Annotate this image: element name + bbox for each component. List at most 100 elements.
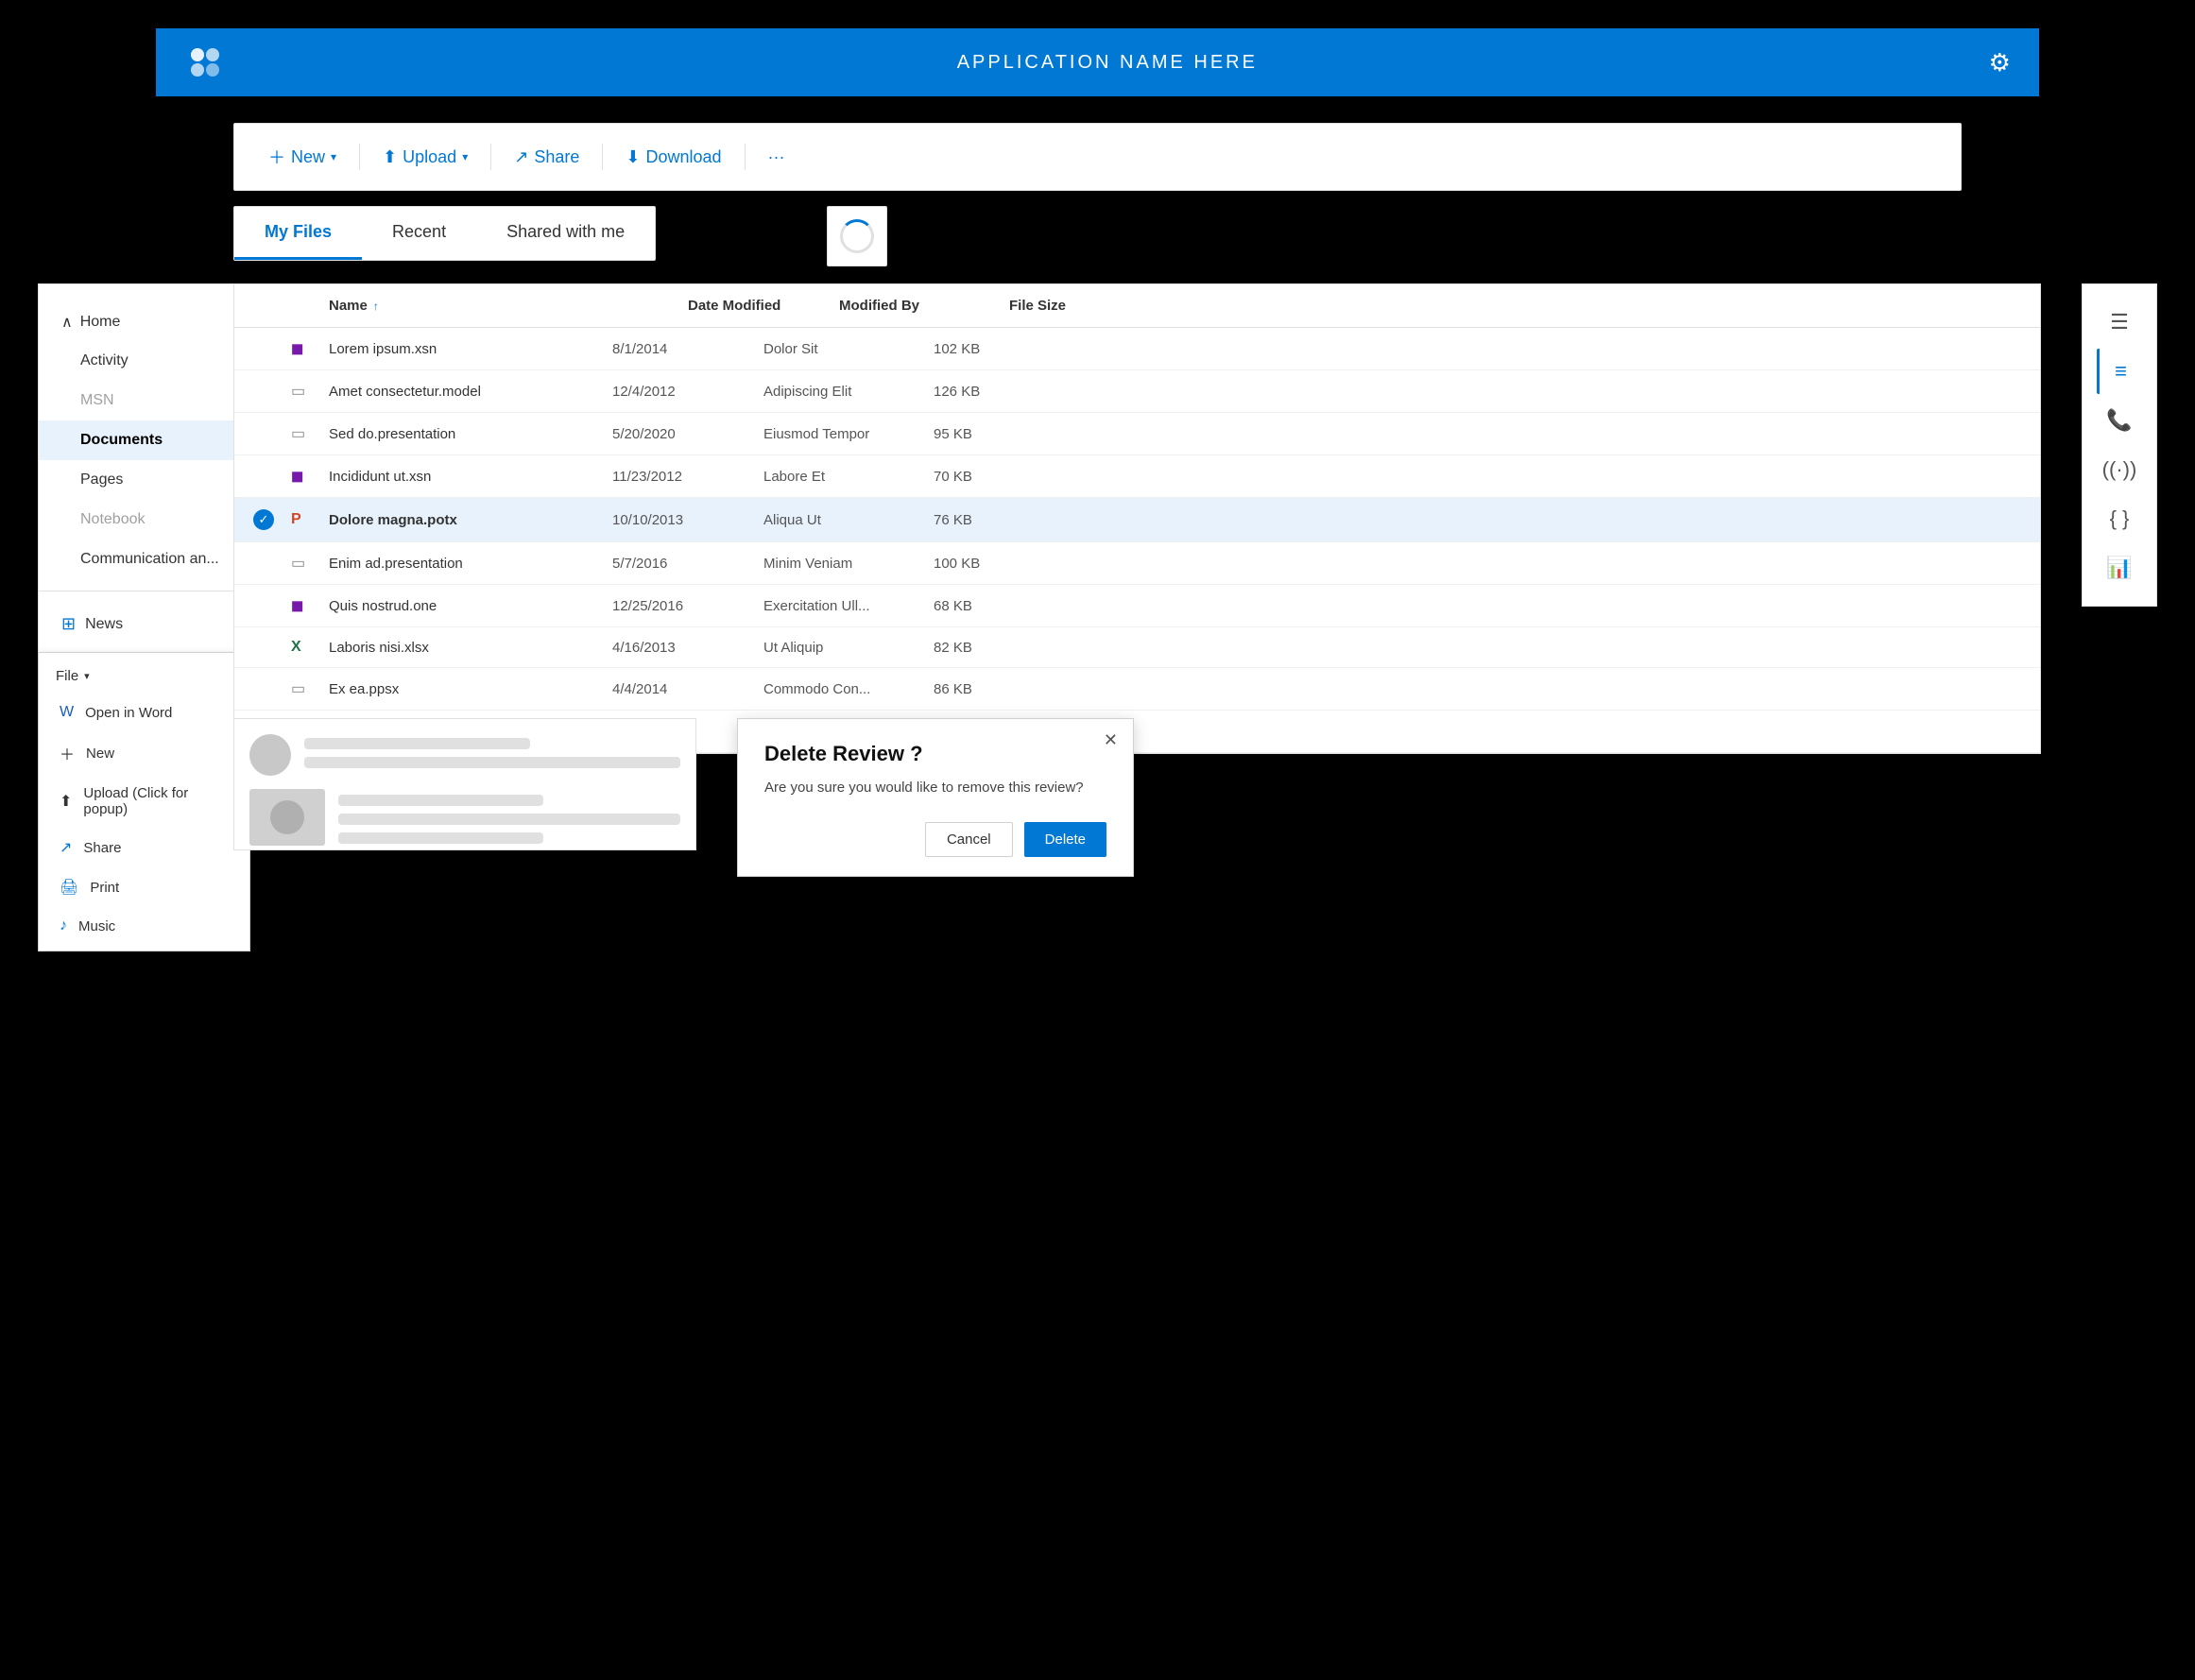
col-size-header[interactable]: File Size [1009, 298, 1104, 314]
file-modified-by: Eiusmod Tempor [763, 426, 934, 442]
delete-button[interactable]: Delete [1024, 822, 1106, 857]
chart-icon[interactable]: 📊 [2097, 545, 2142, 591]
upload-icon: ⬆ [383, 147, 397, 167]
sidebar-item-label: Pages [80, 471, 123, 488]
table-row[interactable]: ▭ Sed do.presentation 5/20/2020 Eiusmod … [234, 413, 2040, 455]
context-menu-music[interactable]: ♪ Music [39, 907, 249, 945]
sidebar-item-activity[interactable]: Activity [39, 341, 249, 381]
file-modified-by: Aliqua Ut [763, 512, 934, 528]
file-size: 68 KB [934, 598, 1028, 614]
context-menu-header[interactable]: File ▾ [39, 659, 249, 694]
file-size: 95 KB [934, 426, 1028, 442]
context-menu-header-label: File [56, 668, 78, 684]
file-date: 4/4/2014 [612, 681, 763, 697]
context-menu-open-word[interactable]: W Open in Word [39, 694, 249, 731]
news-label: News [85, 616, 123, 633]
file-size: 76 KB [934, 512, 1028, 528]
preview-avatar [249, 734, 291, 776]
table-row[interactable]: ✓ P Dolore magna.potx 10/10/2013 Aliqua … [234, 498, 2040, 542]
preview-area [233, 718, 696, 850]
app-title: APPLICATION NAME HERE [957, 52, 1258, 74]
tab-shared-with-me[interactable]: Shared with me [476, 207, 655, 260]
file-name: Sed do.presentation [329, 426, 612, 442]
upload-button[interactable]: ⬆ Upload ▾ [371, 140, 479, 175]
sidebar-item-label: Documents [80, 432, 163, 448]
phone-icon[interactable]: 📞 [2097, 398, 2142, 443]
sidebar-item-label: Notebook [80, 511, 146, 527]
row-check-col: ✓ [253, 509, 291, 530]
preview-thumbnail [249, 789, 325, 846]
app-logo[interactable] [184, 42, 226, 83]
file-date: 5/20/2020 [612, 426, 763, 442]
table-row[interactable]: ▭ Amet consectetur.model 12/4/2012 Adipi… [234, 370, 2040, 413]
file-type-icon: P [291, 511, 329, 528]
hamburger-icon[interactable]: ☰ [2097, 300, 2142, 345]
menu-item-label: Print [90, 880, 119, 896]
preview-lines2 [338, 789, 680, 846]
share-icon: ↗ [514, 147, 528, 167]
skeleton-line [304, 738, 530, 749]
cancel-button[interactable]: Cancel [925, 822, 1013, 857]
skeleton-line [338, 795, 543, 806]
context-menu-share[interactable]: ↗ Share [39, 828, 249, 867]
download-icon: ⬇ [626, 147, 640, 167]
menu-item-label: Music [78, 918, 115, 934]
new-button[interactable]: ＋ New ▾ [257, 137, 348, 177]
menu-item-label: Upload (Click for popup) [83, 785, 229, 817]
list-view-icon[interactable]: ≡ [2097, 349, 2142, 394]
sidebar-item-msn[interactable]: MSN [39, 381, 249, 420]
table-row[interactable]: ◼ Lorem ipsum.xsn 8/1/2014 Dolor Sit 102… [234, 328, 2040, 370]
context-menu-print[interactable]: 🖨 Print [39, 867, 249, 907]
file-modified-by: Exercitation Ull... [763, 598, 934, 614]
skeleton-line [304, 757, 680, 768]
file-date: 12/4/2012 [612, 384, 763, 400]
sidebar-item-label: Communication an... [80, 551, 219, 567]
download-label: Download [645, 147, 721, 167]
sidebar-item-notebook[interactable]: Notebook [39, 500, 249, 540]
file-name: Enim ad.presentation [329, 556, 612, 572]
code-braces-icon[interactable]: { } [2097, 496, 2142, 541]
tabs-row: My Files Recent Shared with me [233, 206, 656, 261]
file-size: 70 KB [934, 469, 1028, 485]
share-button[interactable]: ↗ Share [503, 140, 591, 175]
tab-my-files[interactable]: My Files [234, 207, 362, 260]
preview-skeleton-top [249, 734, 680, 776]
table-row[interactable]: ▭ Ex ea.ppsx 4/4/2014 Commodo Con... 86 … [234, 668, 2040, 711]
upload-label: Upload [403, 147, 456, 167]
col-date-header[interactable]: Date Modified [688, 298, 839, 314]
sidebar-home[interactable]: ∧ Home [39, 303, 249, 341]
file-name: Ex ea.ppsx [329, 681, 612, 697]
tab-recent[interactable]: Recent [362, 207, 476, 260]
delete-dialog: ✕ Delete Review ? Are you sure you would… [737, 718, 1134, 877]
file-type-icon: ▭ [291, 424, 329, 443]
table-row[interactable]: X Laboris nisi.xlsx 4/16/2013 Ut Aliquip… [234, 627, 2040, 668]
file-date: 8/1/2014 [612, 341, 763, 357]
sidebar-item-news[interactable]: ⊞ News [39, 603, 249, 645]
menu-item-label: Open in Word [85, 705, 172, 721]
file-size: 86 KB [934, 681, 1028, 697]
context-menu-upload[interactable]: ⬆ Upload (Click for popup) [39, 775, 249, 828]
file-date: 11/23/2012 [612, 469, 763, 485]
table-row[interactable]: ▭ Enim ad.presentation 5/7/2016 Minim Ve… [234, 542, 2040, 585]
wifi-icon[interactable]: ((·)) [2097, 447, 2142, 492]
context-menu-new[interactable]: ＋ New [39, 731, 249, 775]
file-list-header: Name ↑ Date Modified Modified By File Si… [234, 284, 2040, 328]
file-type-icon: ▭ [291, 679, 329, 698]
col-name-header[interactable]: Name ↑ [329, 298, 688, 314]
sidebar-item-documents[interactable]: Documents [39, 420, 249, 460]
table-row[interactable]: ◼ Quis nostrud.one 12/25/2016 Exercitati… [234, 585, 2040, 627]
file-name: Amet consectetur.model [329, 384, 612, 400]
download-button[interactable]: ⬇ Download [614, 140, 732, 175]
sidebar-item-pages[interactable]: Pages [39, 460, 249, 500]
dialog-close-button[interactable]: ✕ [1104, 730, 1118, 750]
sidebar-item-communication[interactable]: Communication an... [39, 540, 249, 579]
file-list: Name ↑ Date Modified Modified By File Si… [233, 283, 2041, 754]
preview-lines [304, 734, 680, 776]
skeleton-line [338, 832, 543, 844]
preview-thumb-circle [270, 800, 304, 834]
settings-icon[interactable]: ⚙ [1989, 48, 2011, 77]
separator-2 [490, 144, 491, 170]
more-button[interactable]: ··· [757, 140, 797, 175]
col-modby-header[interactable]: Modified By [839, 298, 1009, 314]
table-row[interactable]: ◼ Incididunt ut.xsn 11/23/2012 Labore Et… [234, 455, 2040, 498]
